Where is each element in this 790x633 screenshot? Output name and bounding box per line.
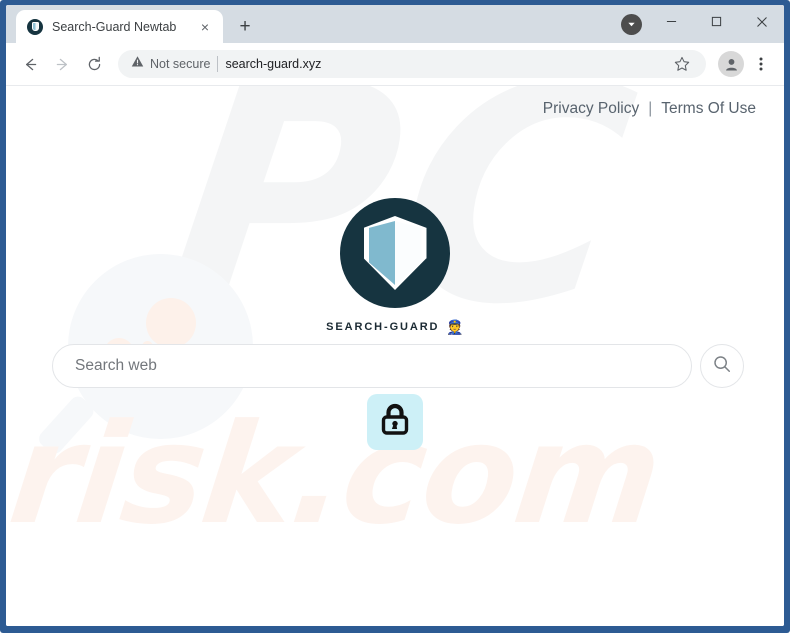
search-icon	[712, 354, 732, 379]
star-icon[interactable]	[669, 51, 695, 77]
omnibox-divider	[217, 56, 219, 72]
terms-of-use-link[interactable]: Terms Of Use	[661, 100, 756, 118]
search-guard-favicon	[27, 18, 43, 35]
tab-close-icon[interactable]: ×	[195, 17, 215, 37]
brand-block: SEARCH-GUARD 👮	[6, 198, 784, 334]
browser-tab[interactable]: Search-Guard Newtab ×	[16, 10, 223, 43]
search-row	[52, 344, 744, 388]
minimize-button[interactable]	[649, 5, 694, 38]
browser-window-inner: Search-Guard Newtab × + Not secure searc…	[6, 5, 784, 626]
search-input[interactable]	[52, 344, 692, 388]
maximize-button[interactable]	[694, 5, 739, 38]
profile-avatar-icon[interactable]	[718, 51, 744, 77]
padlock-icon	[378, 402, 412, 443]
back-button[interactable]	[15, 49, 45, 79]
page-content: PC risk.com Privacy Policy | Terms Of Us…	[6, 86, 784, 626]
shield-icon	[363, 216, 427, 290]
search-guard-logo	[340, 198, 450, 308]
tab-strip: Search-Guard Newtab × +	[6, 5, 784, 43]
brand-wordmark: SEARCH-GUARD 👮	[326, 320, 464, 334]
close-window-button[interactable]	[739, 5, 784, 38]
police-cap-icon: 👮	[446, 319, 464, 335]
header-separator: |	[648, 100, 653, 117]
padlock-tile[interactable]	[367, 394, 423, 450]
address-bar[interactable]: Not secure search-guard.xyz	[118, 50, 706, 78]
security-status[interactable]: Not secure	[131, 55, 210, 73]
page-header-links: Privacy Policy | Terms Of Use	[543, 100, 756, 118]
brand-name: SEARCH-GUARD	[326, 321, 440, 333]
browser-toolbar: Not secure search-guard.xyz	[6, 43, 784, 86]
search-submit-button[interactable]	[700, 344, 744, 388]
not-secure-label: Not secure	[150, 57, 211, 71]
url-text: search-guard.xyz	[225, 57, 322, 71]
warning-triangle-icon	[131, 55, 144, 73]
forward-button[interactable]	[47, 49, 77, 79]
privacy-policy-link[interactable]: Privacy Policy	[543, 100, 639, 118]
three-dot-menu-icon[interactable]	[748, 51, 774, 77]
extensions-chevron-icon[interactable]	[621, 14, 642, 35]
browser-window: Search-Guard Newtab × + Not secure searc…	[0, 0, 790, 633]
risk-com-watermark: risk.com	[6, 394, 669, 555]
window-controls	[649, 5, 784, 38]
tab-title: Search-Guard Newtab	[52, 19, 177, 34]
reload-button[interactable]	[79, 49, 109, 79]
new-tab-button[interactable]: +	[231, 12, 259, 40]
